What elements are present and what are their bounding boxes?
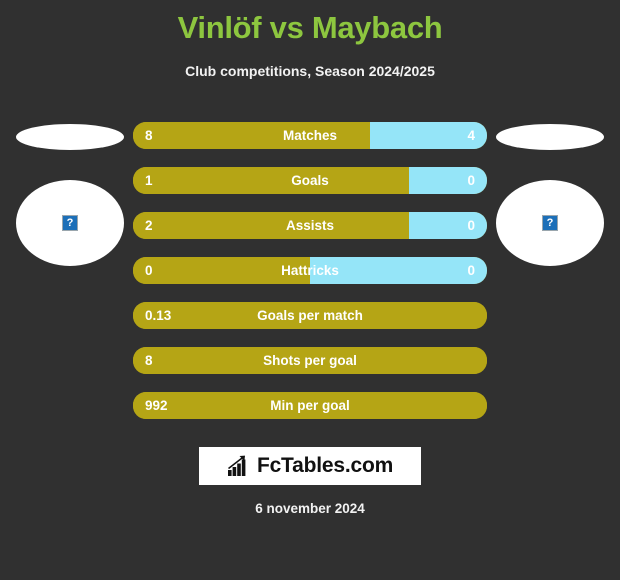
stat-label: Hattricks <box>281 263 339 278</box>
away-player-panel: ? <box>484 118 616 268</box>
home-player-panel: ? <box>4 118 136 268</box>
stat-away-value: 0 <box>467 263 475 278</box>
stat-bar-row: 2 Assists 0 <box>133 212 487 239</box>
stat-bar-row: 1 Goals 0 <box>133 167 487 194</box>
stat-bar-row: 0 Hattricks 0 <box>133 257 487 284</box>
logo-text: FcTables.com <box>256 454 394 477</box>
generated-date: 6 november 2024 <box>255 501 365 516</box>
stat-away-value: 0 <box>467 173 475 188</box>
stat-label: Shots per goal <box>263 353 357 368</box>
home-player-photo: ? <box>16 180 124 266</box>
stat-bar-row: 0.13 Goals per match <box>133 302 487 329</box>
bar-chart-growth-icon <box>227 455 246 476</box>
stat-bar-row: 8 Matches 4 <box>133 122 487 149</box>
stat-bar-row: 992 Min per goal <box>133 392 487 419</box>
away-player-photo: ? <box>496 180 604 266</box>
page-subtitle: Club competitions, Season 2024/2025 <box>185 63 435 79</box>
stat-label: Goals <box>291 173 329 188</box>
broken-image-icon: ? <box>542 215 558 231</box>
stat-away-value: 0 <box>467 218 475 233</box>
stat-bar-list: 8 Matches 4 1 Goals 0 2 Assists 0 0 Hattricks 0 0.13… <box>133 122 487 437</box>
stat-away-value: 4 <box>467 128 475 143</box>
away-club-badge <box>496 124 604 150</box>
stat-label: Matches <box>282 128 338 143</box>
stat-label: Goals per match <box>257 308 363 323</box>
broken-image-icon: ? <box>62 215 78 231</box>
stat-bar-row: 8 Shots per goal <box>133 347 487 374</box>
stat-label: Min per goal <box>270 398 350 413</box>
fctables-logo[interactable]: FcTables.com <box>199 447 421 485</box>
page-title: Vinlöf vs Maybach <box>177 10 443 45</box>
stat-comparison-page: Vinlöf vs Maybach Club competitions, Sea… <box>0 0 620 580</box>
home-club-badge <box>16 124 124 150</box>
stat-label: Assists <box>285 218 335 233</box>
